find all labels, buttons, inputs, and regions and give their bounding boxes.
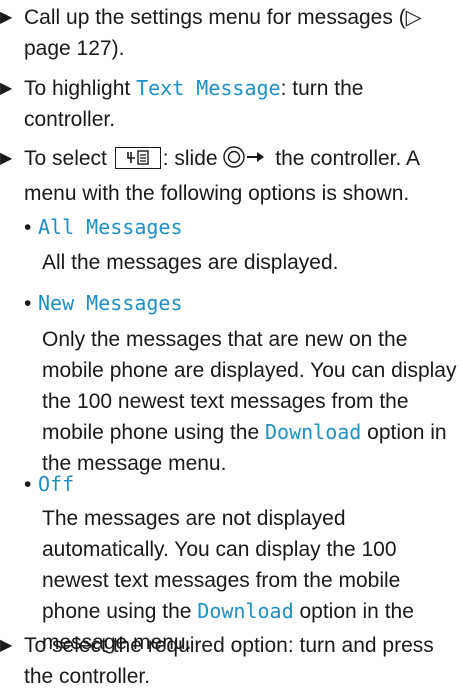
bullet-icon: • — [24, 473, 32, 496]
step-4: ▶ To select the required option: turn an… — [0, 630, 460, 692]
option-label: New Messages — [38, 291, 183, 315]
triangle-right-icon: ▶ — [0, 150, 13, 167]
ui-label-download: Download — [197, 599, 294, 623]
option-description: All the messages are displayed. — [42, 251, 339, 274]
option-new-messages: • New Messages — [24, 288, 460, 319]
option-all-messages: • All Messages — [24, 212, 460, 243]
option-off: • Off — [24, 469, 460, 500]
step-1: ▶ Call up the settings menu for messages… — [0, 2, 460, 64]
option-label: All Messages — [38, 215, 183, 239]
menu-list-icon — [114, 147, 161, 169]
ui-label-download: Download — [265, 420, 362, 444]
step-3: ▶ To select : slide the controller. A me… — [0, 143, 460, 209]
step-4-text: To select the required option: turn and … — [24, 634, 434, 688]
ui-label-text-message: Text Message — [136, 76, 281, 100]
option-label: Off — [38, 472, 75, 496]
triangle-right-icon: ▶ — [0, 637, 13, 654]
triangle-right-icon: ▶ — [0, 80, 13, 97]
step-2: ▶ To highlight Text Message: turn the co… — [0, 73, 460, 135]
step-1-text: Call up the settings menu for messages (… — [24, 6, 422, 60]
bullet-icon: • — [24, 292, 32, 315]
instruction-page: ▶ Call up the settings menu for messages… — [0, 0, 463, 698]
step-2-text: To highlight Text Message: turn the cont… — [24, 76, 364, 131]
bullet-icon: • — [24, 216, 32, 239]
triangle-right-icon: ▶ — [0, 9, 13, 26]
controller-slide-right-icon — [223, 145, 269, 178]
step-3-text: To select : slide the controller. A menu… — [24, 145, 419, 205]
option-description: Only the messages that are new on the mo… — [42, 328, 457, 475]
